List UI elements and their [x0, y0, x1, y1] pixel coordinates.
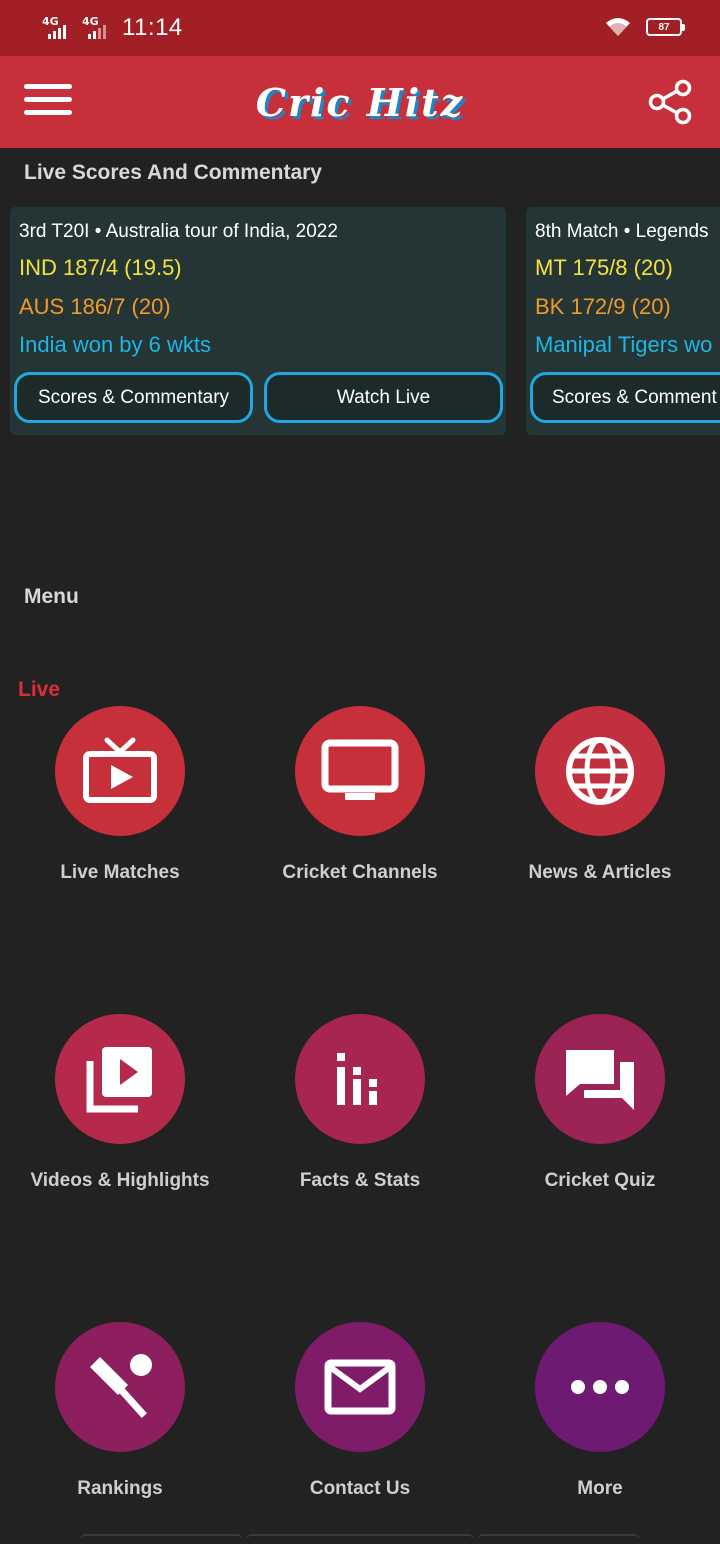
menu-item-label: Facts & Stats — [299, 1170, 421, 1191]
share-icon[interactable] — [646, 78, 694, 126]
live-tv-icon — [55, 706, 185, 836]
more-dots-icon — [535, 1322, 665, 1452]
wifi-icon — [606, 18, 630, 36]
menu-item-cricket-quiz[interactable]: Cricket Quiz — [480, 1014, 720, 1192]
match-card[interactable]: 3rd T20I • Australia tour of India, 2022… — [9, 206, 507, 436]
team2-score: AUS 186/7 (20) — [19, 294, 171, 319]
live-scores-heading: Live Scores And Commentary — [24, 161, 322, 184]
status-left: 4G 4G 11:14 — [40, 14, 183, 42]
match-result: Manipal Tigers wo — [535, 332, 713, 357]
menu-item-label: More — [577, 1478, 623, 1499]
app-bar: Cric Hitz — [0, 56, 720, 148]
status-right: 87 — [604, 16, 685, 38]
chat-bubbles-icon — [535, 1014, 665, 1144]
menu-item-more[interactable]: More — [480, 1322, 720, 1500]
menu-item-label: Videos & Highlights — [30, 1170, 210, 1191]
menu-item-cricket-channels[interactable]: Cricket Channels — [240, 706, 480, 884]
globe-icon — [535, 706, 665, 836]
bottom-tab-edge — [477, 1534, 640, 1544]
menu-item-label: Rankings — [77, 1478, 163, 1499]
menu-item-news-articles[interactable]: News & Articles — [480, 706, 720, 884]
menu-item-label: Cricket Quiz — [544, 1170, 656, 1191]
battery-icon: 87 — [646, 18, 685, 36]
match-card[interactable]: 8th Match • Legends MT 175/8 (20) BK 172… — [525, 206, 720, 436]
video-library-icon — [55, 1014, 185, 1144]
watch-live-button[interactable]: Watch Live — [264, 372, 503, 423]
status-bar: 4G 4G 11:14 87 — [0, 0, 720, 56]
menu-item-label: News & Articles — [528, 862, 672, 883]
menu-item-label: Cricket Channels — [282, 862, 438, 883]
menu-item-contact-us[interactable]: Contact Us — [240, 1322, 480, 1500]
stats-bars-icon — [295, 1014, 425, 1144]
live-label: Live — [18, 678, 61, 701]
match-result: India won by 6 wkts — [19, 332, 211, 357]
app-logo: Cric Hitz — [255, 80, 465, 125]
team1-score: MT 175/8 (20) — [535, 255, 673, 280]
menu-item-rankings[interactable]: Rankings — [0, 1322, 240, 1500]
bottom-tab-edge — [80, 1534, 243, 1544]
menu-item-live-matches[interactable]: Live Matches — [0, 706, 240, 884]
monitor-icon — [295, 706, 425, 836]
bottom-tab-edge — [246, 1534, 474, 1544]
battery-level: 87 — [658, 21, 670, 33]
menu-item-videos-highlights[interactable]: Videos & Highlights — [0, 1014, 240, 1192]
menu-item-label: Live Matches — [60, 862, 180, 883]
status-time: 11:14 — [122, 14, 183, 41]
match-series: 8th Match • Legends — [535, 221, 709, 242]
signal-icon: 4G — [80, 15, 114, 41]
team1-score: IND 187/4 (19.5) — [19, 255, 182, 280]
menu-item-label: Contact Us — [309, 1478, 411, 1499]
signal-icon: 4G — [40, 15, 74, 41]
scores-commentary-button[interactable]: Scores & Commentary — [14, 372, 253, 423]
match-series: 3rd T20I • Australia tour of India, 2022 — [19, 221, 338, 242]
team2-score: BK 172/9 (20) — [535, 294, 671, 319]
scores-commentary-button[interactable]: Scores & Comment — [530, 372, 720, 423]
menu-heading: Menu — [24, 585, 79, 608]
menu-item-facts-stats[interactable]: Facts & Stats — [240, 1014, 480, 1192]
cricket-bat-ball-icon — [55, 1322, 185, 1452]
mail-icon — [295, 1322, 425, 1452]
